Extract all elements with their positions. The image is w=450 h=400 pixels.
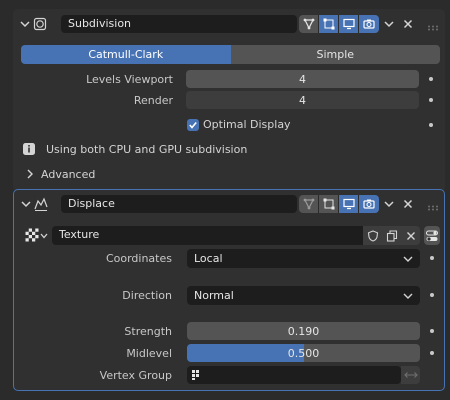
texture-name-field[interactable]: Texture [52,226,363,245]
vertex-triangle-icon [303,18,314,30]
displace-modifier-panel: Displace Texture Coordinates Local Direc… [13,189,445,391]
shield-icon [367,229,378,242]
edit-mode-toggle[interactable] [319,15,339,33]
duplicate-texture-button[interactable] [382,226,401,245]
info-message: Using both CPU and GPU subdivision [46,143,248,156]
strength-label: Strength [124,325,172,338]
midlevel-label: Midlevel [126,347,172,360]
keyframe-dot-icon[interactable] [429,77,433,81]
keyframe-dot-icon[interactable] [430,256,434,260]
levels-viewport-label: Levels Viewport [86,73,173,86]
unlink-texture-button[interactable] [401,226,420,245]
visibility-toggles [299,15,379,33]
drag-handle-icon[interactable] [427,201,441,211]
optimal-display-label: Optimal Display [203,118,291,131]
advanced-subpanel-label[interactable]: Advanced [41,168,95,181]
chevron-down-icon[interactable] [39,229,49,243]
edit-mode-icon [323,18,334,30]
monitor-icon [342,18,355,30]
subdivision-modifier-icon [32,16,48,32]
modifier-name-field[interactable]: Displace [61,195,297,213]
coordinates-label: Coordinates [105,252,172,265]
chevron-down-icon [403,293,413,299]
checkmark-icon [189,121,197,129]
simple-button[interactable]: Simple [230,45,440,64]
camera-icon [363,199,375,209]
close-icon [406,231,415,240]
close-icon[interactable] [401,17,415,31]
dropdown-arrow-icon[interactable] [382,197,396,211]
optimal-display-checkbox[interactable] [187,119,199,131]
displace-modifier-icon [33,196,49,212]
vertex-group-field[interactable] [187,366,401,384]
dropdown-arrow-icon[interactable] [382,17,396,31]
edit-mode-icon [323,198,334,210]
direction-value: Normal [194,289,234,302]
drag-handle-icon[interactable] [427,21,441,31]
subdivision-type-selector: Catmull-Clark Simple [21,45,440,64]
on-cage-toggle[interactable] [299,15,319,33]
subdivision-modifier-panel: Subdivision Catmull-Clark Simple Levels … [13,9,445,192]
coordinates-value: Local [194,252,223,265]
vertex-triangle-icon [303,198,314,210]
render-levels-field[interactable]: 4 [186,91,419,109]
on-cage-toggle[interactable] [299,195,319,213]
vertex-group-label: Vertex Group [99,369,172,382]
render-toggle[interactable] [359,15,379,33]
camera-icon [363,19,375,29]
arrow-left-right-icon [403,372,418,378]
edit-mode-toggle[interactable] [319,195,339,213]
modifier-name-field[interactable]: Subdivision [61,15,297,33]
fake-user-shield-button[interactable] [363,226,382,245]
levels-viewport-field[interactable]: 4 [186,70,419,88]
midlevel-value: 0.500 [287,346,320,360]
realtime-toggle[interactable] [339,195,359,213]
keyframe-dot-icon[interactable] [429,123,433,127]
coordinates-dropdown[interactable]: Local [187,249,420,268]
texture-settings-button[interactable] [424,226,440,245]
catmull-clark-button[interactable]: Catmull-Clark [21,45,231,64]
chevron-right-icon[interactable] [23,167,37,181]
keyframe-dot-icon[interactable] [430,329,434,333]
realtime-toggle[interactable] [339,15,359,33]
render-toggle[interactable] [359,195,379,213]
midlevel-slider[interactable]: 0.500 [187,344,420,362]
visibility-toggles [299,195,379,213]
chevron-down-icon [403,256,413,262]
checker-texture-icon[interactable] [25,228,39,242]
render-levels-label: Render [133,94,173,107]
direction-label: Direction [122,289,172,302]
keyframe-dot-icon[interactable] [430,351,434,355]
close-icon[interactable] [401,197,415,211]
invert-vertex-group-button[interactable] [401,366,420,384]
direction-dropdown[interactable]: Normal [187,286,420,305]
monitor-icon [342,198,355,210]
displace-header: Displace [14,192,444,216]
info-icon [22,142,36,156]
chevron-down-icon[interactable] [20,197,32,211]
toggle-switch-icon [426,230,438,241]
strength-field[interactable]: 0.190 [187,322,420,340]
chevron-down-icon[interactable] [19,17,31,31]
keyframe-dot-icon[interactable] [429,98,433,102]
subdivision-header: Subdivision [13,12,445,36]
duplicate-icon [386,229,397,242]
keyframe-dot-icon[interactable] [430,293,434,297]
vertex-group-icon [190,368,204,382]
